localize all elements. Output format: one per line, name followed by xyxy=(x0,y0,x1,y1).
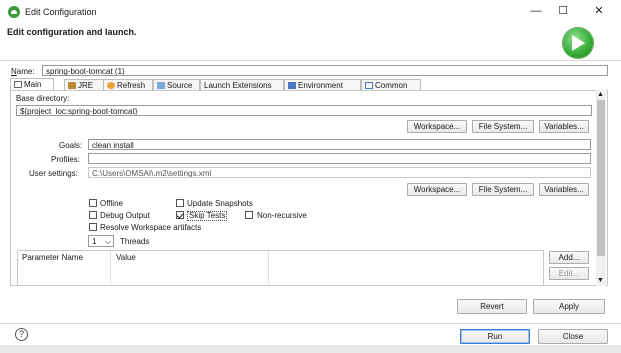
scroll-down-icon[interactable]: ▼ xyxy=(597,277,604,285)
refresh-icon xyxy=(107,82,115,89)
resolve-workspace-checkbox[interactable] xyxy=(89,223,97,231)
file-system-button[interactable]: File System... xyxy=(472,120,534,133)
non-recursive-checkbox[interactable] xyxy=(245,211,253,219)
offline-label: Offline xyxy=(100,199,123,208)
common-icon xyxy=(365,82,373,89)
run-button[interactable]: Run xyxy=(460,329,530,344)
apply-button[interactable]: Apply xyxy=(533,299,605,314)
edit-parameter-button[interactable]: Edit... xyxy=(549,267,589,280)
close-window-button[interactable]: ✕ xyxy=(589,2,609,20)
resolve-workspace-label: Resolve Workspace artifacts xyxy=(100,223,202,232)
run-banner-icon xyxy=(563,28,593,58)
column-divider xyxy=(268,251,269,286)
non-recursive-label: Non-recursive xyxy=(257,211,307,220)
add-parameter-button[interactable]: Add... xyxy=(549,251,589,264)
background-window-strip xyxy=(0,345,621,353)
name-label: Name: xyxy=(11,67,35,76)
offline-checkbox[interactable] xyxy=(89,199,97,207)
window-title: Edit Configuration xyxy=(25,7,97,17)
close-button[interactable]: Close xyxy=(538,329,608,344)
workspace-button[interactable]: Workspace... xyxy=(407,120,467,133)
threads-select[interactable]: 1 ⌵ xyxy=(88,235,114,247)
base-directory-field[interactable]: ${project_loc:spring-boot-tomcat} xyxy=(16,105,592,116)
tab-jre[interactable]: JRE xyxy=(64,79,104,90)
goals-field[interactable]: clean install xyxy=(88,139,591,150)
update-snapshots-checkbox[interactable] xyxy=(176,199,184,207)
threads-label: Threads xyxy=(120,237,150,246)
parameter-name-column-header[interactable]: Parameter Name xyxy=(22,253,83,262)
name-field[interactable]: spring-boot-tomcat (1) xyxy=(42,65,608,76)
tab-common[interactable]: Common xyxy=(361,79,421,90)
user-settings-field[interactable]: C:\Users\OMSAI\.m2\settings.xml xyxy=(88,167,591,178)
chevron-down-icon: ⌵ xyxy=(104,237,111,246)
maximize-button[interactable]: ☐ xyxy=(553,2,573,20)
tab-environment[interactable]: Environment xyxy=(284,79,361,90)
base-directory-label: Base directory: xyxy=(16,94,70,103)
dialog-heading: Edit configuration and launch. xyxy=(7,27,137,37)
update-snapshots-label: Update Snapshots xyxy=(187,199,253,208)
goals-label: Goals: xyxy=(59,141,83,150)
footer-divider xyxy=(0,323,621,324)
tab-main[interactable]: Main xyxy=(10,78,54,90)
source-icon xyxy=(157,82,165,89)
variables-button-settings[interactable]: Variables... xyxy=(539,183,589,196)
tab-refresh[interactable]: Refresh xyxy=(103,79,153,90)
main-tab-icon xyxy=(14,81,22,88)
debug-output-label: Debug Output xyxy=(100,211,150,220)
parameters-table[interactable] xyxy=(17,250,544,286)
tab-source[interactable]: Source xyxy=(153,79,200,90)
column-divider xyxy=(110,251,111,286)
scrollbar-thumb[interactable] xyxy=(597,100,605,256)
value-column-header[interactable]: Value xyxy=(116,253,136,262)
skip-tests-label: Skip Tests xyxy=(187,211,228,221)
variables-button[interactable]: Variables... xyxy=(539,120,589,133)
environment-icon xyxy=(288,82,296,89)
scroll-up-icon[interactable]: ▲ xyxy=(597,91,604,99)
tab-launch-extensions[interactable]: Launch Extensions xyxy=(200,79,284,90)
workspace-button-settings[interactable]: Workspace... xyxy=(407,183,467,196)
debug-output-checkbox[interactable] xyxy=(89,211,97,219)
file-system-button-settings[interactable]: File System... xyxy=(472,183,534,196)
profiles-label: Profiles: xyxy=(51,155,80,164)
skip-tests-checkbox[interactable] xyxy=(176,211,184,219)
user-settings-label: User settings: xyxy=(29,169,78,178)
header-divider xyxy=(0,60,621,61)
eclipse-app-icon xyxy=(8,6,20,18)
help-icon[interactable]: ? xyxy=(15,328,28,341)
profiles-field[interactable] xyxy=(88,153,591,164)
revert-button[interactable]: Revert xyxy=(457,299,527,314)
minimize-button[interactable]: — xyxy=(526,2,546,20)
jre-icon xyxy=(68,82,76,89)
